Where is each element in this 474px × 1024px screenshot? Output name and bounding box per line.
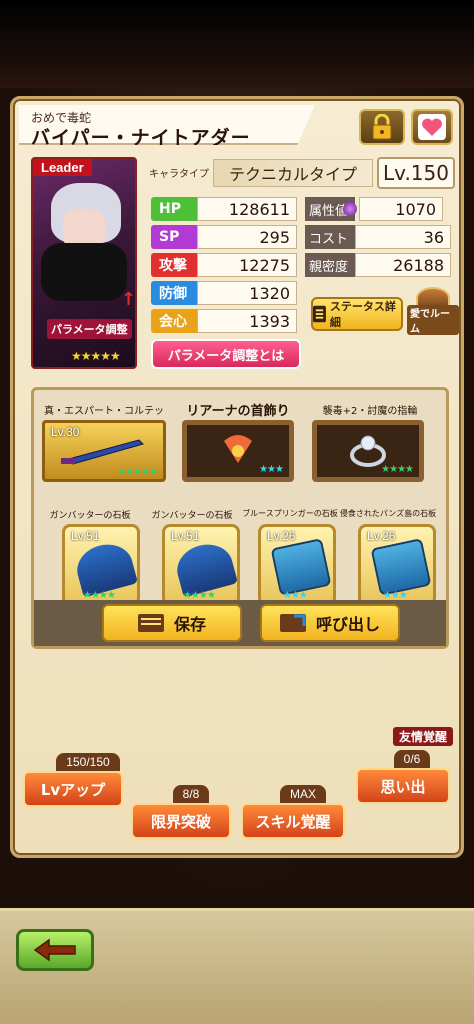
stat-attribute: 属性値 1070 [305, 197, 443, 221]
load-icon [279, 614, 306, 632]
list-icon [313, 305, 326, 323]
memory-count: 0/6 [393, 750, 431, 768]
necklace-icon [224, 435, 252, 463]
status-bar-area [0, 0, 474, 88]
skill-awaken-button[interactable]: MAX スキル覚醒 [241, 785, 345, 839]
character-name: バイパー・ナイトアダー [31, 127, 251, 149]
stat-affection-value: 26188 [355, 253, 451, 277]
character-portrait[interactable]: Leader ↑ パラメータ調整 ★★★★★ [31, 157, 137, 369]
save-icon [137, 614, 164, 632]
stat-sp-label: SP [151, 225, 197, 249]
stat-defense-label: 防御 [151, 281, 197, 305]
stone2-level: Lv.51 [171, 529, 200, 543]
level-up-label: Lvアップ [23, 771, 123, 807]
weapon-slot[interactable]: Lv.30 ★★★★★ [42, 420, 166, 482]
stat-attack-label: 攻撃 [151, 253, 197, 277]
character-panel: おめで毒蛇 バイパー・ナイトアダー Leader ↑ パラメータ調整 ★★★★★… [10, 96, 464, 858]
stat-cost-value: 36 [355, 225, 451, 249]
stone-slot-4[interactable]: Lv.26 ★★★ [358, 524, 436, 606]
stone1-name: ガンバッターの石板 [49, 511, 131, 521]
skill-awaken-count: MAX [279, 785, 326, 803]
stat-defense-value: 1320 [197, 281, 297, 305]
chara-type-value: テクニカルタイプ [213, 159, 373, 187]
stone-slot-3[interactable]: Lv.26 ★★★ [258, 524, 336, 606]
stat-cost: コスト 36 [305, 225, 451, 249]
stone3-name: ブルースプリンガーの石板 [242, 509, 338, 518]
limit-break-button[interactable]: 8/8 限界突破 [131, 785, 231, 839]
stone1-level: Lv.51 [71, 529, 100, 543]
back-arrow-icon [33, 938, 76, 962]
memory-label: 思い出 [356, 768, 450, 804]
accessory1-name: リアーナの首飾り [186, 404, 290, 419]
footer-bar [0, 908, 474, 1024]
portrait-stars: ★★★★★ [71, 349, 121, 363]
stat-cost-label: コスト [305, 225, 355, 249]
room-label: 愛でルーム [407, 305, 459, 335]
weapon-level: Lv.30 [51, 425, 80, 439]
stat-defense: 防御 1320 [151, 281, 297, 305]
portrait-scarf [41, 243, 127, 301]
lock-icon [372, 114, 392, 140]
stat-sp: SP 295 [151, 225, 297, 249]
stone-slot-2[interactable]: Lv.51 ★★★★ [162, 524, 240, 606]
param-adjust-badge: パラメータ調整 [47, 319, 132, 339]
accessory2-slot[interactable]: ★★★★ [312, 420, 424, 482]
stone4-level: Lv.26 [367, 529, 396, 543]
favorite-button[interactable] [411, 109, 453, 145]
chara-type-label: キャラタイプ [149, 169, 209, 180]
equipment-area: 真・エスパート・コルテッロ リアーナの首飾り 襲毒+2・討魔の指輪 Lv.30 … [31, 387, 449, 649]
accessory1-slot[interactable]: ★★★ [182, 420, 294, 482]
back-button[interactable] [16, 929, 94, 971]
stat-critical-label: 会心 [151, 309, 197, 333]
stat-attack: 攻撃 12275 [151, 253, 297, 277]
fan-icon [172, 538, 238, 598]
stat-affection-label: 親密度 [305, 253, 355, 277]
stone-slot-1[interactable]: Lv.51 ★★★★ [62, 524, 140, 606]
lock-button[interactable] [359, 109, 405, 145]
save-button[interactable]: 保存 [102, 604, 242, 642]
load-button[interactable]: 呼び出し [260, 604, 400, 642]
weapon-stars: ★★★★★ [117, 466, 158, 477]
memory-button[interactable]: 友情覚醒 0/6 思い出 [353, 727, 454, 804]
limit-break-label: 限界突破 [131, 803, 231, 839]
stat-hp: HP 128611 [151, 197, 297, 221]
limit-break-count: 8/8 [172, 785, 210, 803]
attribute-orb-icon [343, 202, 357, 216]
title-bar: おめで毒蛇 バイパー・ナイトアダー [19, 105, 315, 145]
sword-icon [61, 439, 144, 465]
status-detail-label: ステータス詳細 [329, 300, 396, 329]
level-up-button[interactable]: 150/150 Lvアップ [23, 753, 123, 807]
stat-affection: 親密度 26188 [305, 253, 451, 277]
fan-icon [72, 538, 138, 598]
stat-critical-value: 1393 [197, 309, 297, 333]
stone4-name: 侵食されたパンズ島の石板 [339, 509, 437, 518]
friendship-awaken-badge: 友情覚醒 [393, 727, 454, 746]
accessory2-name: 襲毒+2・討魔の指輪 [322, 406, 418, 417]
stat-hp-label: HP [151, 197, 197, 221]
room-button[interactable]: 愛でルーム [407, 287, 459, 335]
up-arrow-icon: ↑ [121, 289, 137, 310]
accessory2-stars: ★★★★ [381, 464, 414, 475]
accessory1-stars: ★★★ [259, 464, 284, 475]
leader-badge: Leader [33, 159, 92, 176]
stat-critical: 会心 1393 [151, 309, 297, 333]
save-load-bar: 保存 呼び出し [34, 600, 446, 646]
stat-attribute-value: 1070 [359, 197, 443, 221]
status-detail-button[interactable]: ステータス詳細 [311, 297, 403, 331]
stat-attack-value: 12275 [197, 253, 297, 277]
stat-hp-value: 128611 [197, 197, 297, 221]
character-level: Lv.150 [377, 157, 455, 189]
param-info-button[interactable]: パラメータ調整とは [151, 339, 301, 369]
tablet-icon [370, 538, 432, 596]
stat-sp-value: 295 [197, 225, 297, 249]
stone3-level: Lv.26 [267, 529, 296, 543]
tablet-icon [270, 538, 332, 596]
level-up-count: 150/150 [56, 753, 120, 771]
heart-icon [418, 114, 446, 140]
skill-awaken-label: スキル覚醒 [241, 803, 345, 839]
stone2-name: ガンバッターの石板 [151, 511, 233, 521]
load-label: 呼び出し [315, 615, 380, 634]
save-label: 保存 [173, 615, 206, 634]
